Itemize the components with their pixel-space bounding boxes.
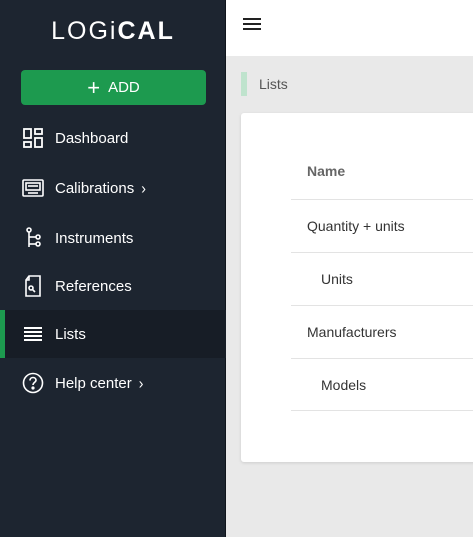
row-label: Units (321, 271, 353, 287)
table-row[interactable]: Quantity + units (291, 199, 473, 252)
sidebar-item-references[interactable]: References (0, 262, 226, 310)
hamburger-menu-icon[interactable] (243, 17, 262, 32)
row-label: Models (321, 376, 367, 393)
list-icon (22, 323, 44, 345)
sidebar: LOGiCAL + ADD Dashboard Calibrations › I… (0, 0, 226, 537)
top-bar (226, 0, 473, 56)
column-header-name[interactable]: Name (307, 163, 345, 179)
sidebar-item-instruments[interactable]: Instruments (0, 214, 226, 262)
table-row[interactable]: Units (291, 252, 473, 305)
add-button[interactable]: + ADD (21, 70, 206, 105)
lists-card: Name Quantity + units Units Manufacturer… (241, 113, 473, 462)
sidebar-item-label: References (55, 277, 132, 295)
chevron-right-icon: › (141, 178, 146, 197)
sidebar-item-text: Calibrations (55, 179, 135, 197)
row-label: Quantity + units (307, 218, 405, 234)
add-button-label: ADD (108, 79, 140, 96)
app-logo[interactable]: LOGiCAL (0, 14, 226, 48)
instruments-icon (22, 227, 44, 249)
references-icon (22, 275, 44, 297)
calibrations-icon (22, 177, 44, 199)
logo-text-thin: LOGi (51, 17, 118, 45)
breadcrumb: Lists (241, 72, 288, 96)
logo-text-bold: CAL (117, 17, 175, 45)
sidebar-item-lists[interactable]: Lists (0, 310, 226, 358)
sidebar-item-text: Help center (55, 374, 132, 392)
row-label: Manufacturers (307, 324, 397, 340)
sidebar-item-label: Lists (55, 325, 86, 343)
table-row[interactable]: Models (291, 358, 473, 411)
breadcrumb-accent-bar (241, 72, 247, 96)
dashboard-icon (22, 127, 44, 149)
sidebar-item-label: Help center › (55, 373, 144, 392)
sidebar-item-label: Instruments (55, 229, 134, 247)
chevron-right-icon: › (138, 373, 144, 392)
sidebar-item-label: Calibrations › (55, 178, 146, 197)
sidebar-item-help-center[interactable]: Help center › (0, 359, 226, 407)
plus-icon: + (87, 74, 101, 100)
sidebar-item-dashboard[interactable]: Dashboard (0, 114, 226, 162)
sidebar-item-calibrations[interactable]: Calibrations › (0, 164, 226, 212)
sidebar-item-label: Dashboard (55, 129, 129, 147)
help-icon (22, 372, 44, 394)
table-row[interactable]: Manufacturers (291, 305, 473, 358)
breadcrumb-label: Lists (259, 76, 288, 92)
